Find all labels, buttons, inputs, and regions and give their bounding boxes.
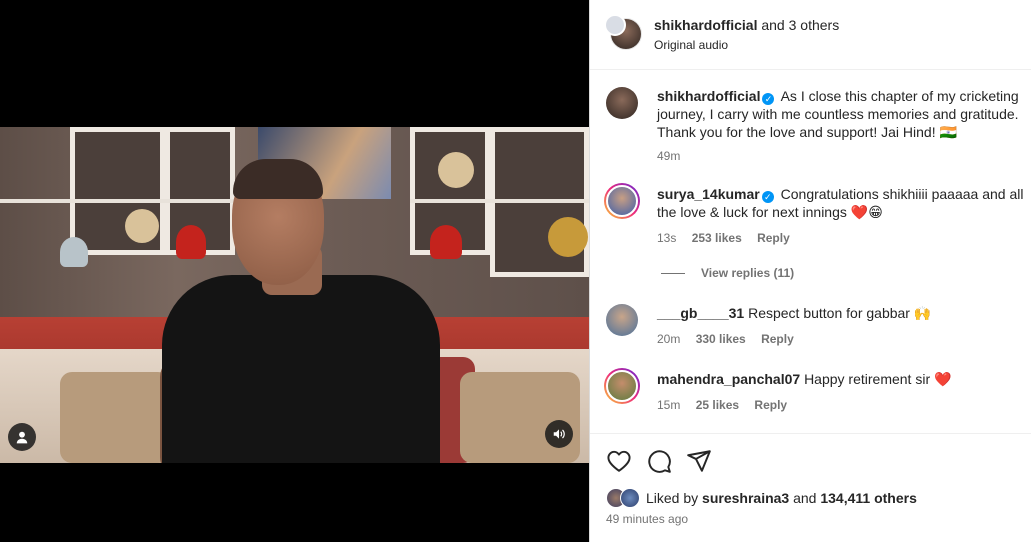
- comment-likes[interactable]: 253 likes: [692, 231, 742, 245]
- view-replies-button[interactable]: View replies (11): [661, 266, 794, 280]
- avatar[interactable]: [604, 183, 640, 219]
- reply-button[interactable]: Reply: [761, 332, 794, 346]
- video-person-shirt: [162, 275, 440, 463]
- liker-avatar[interactable]: [620, 488, 640, 508]
- speaker-icon: [553, 429, 565, 439]
- likes-count[interactable]: 134,411 others: [820, 490, 917, 506]
- post-timestamp[interactable]: 49 minutes ago: [606, 512, 688, 526]
- comment-username[interactable]: ___gb____31: [657, 305, 744, 321]
- comment-meta: 13s 253 likes Reply: [657, 231, 802, 245]
- video-player[interactable]: [0, 127, 589, 463]
- comment-meta: 20m 330 likes Reply: [657, 332, 806, 346]
- verified-badge-icon: ✓: [762, 93, 775, 105]
- video-trophy: [548, 217, 588, 257]
- post-media[interactable]: [0, 0, 589, 542]
- post-details-panel: shikhardofficial and 3 others Original a…: [589, 0, 1031, 542]
- liked-by-label: Liked by: [646, 490, 699, 506]
- comment-text: Respect button for gabbar 🙌: [748, 305, 932, 321]
- avatar[interactable]: [606, 87, 638, 119]
- comment-username[interactable]: surya_14kumar: [657, 186, 760, 202]
- reply-button[interactable]: Reply: [757, 231, 790, 245]
- verified-badge-icon: ✓: [761, 191, 774, 203]
- comment-time[interactable]: 20m: [657, 332, 680, 346]
- comment-likes[interactable]: 25 likes: [696, 398, 739, 412]
- audio-toggle-button[interactable]: [545, 420, 573, 448]
- comment-icon[interactable]: [646, 448, 672, 474]
- comments-list[interactable]: shikhardofficial ✓ As I close this chapte…: [590, 71, 1031, 433]
- comment-time[interactable]: 15m: [657, 398, 680, 412]
- liked-by-connector: and: [793, 490, 817, 506]
- comment-username[interactable]: mahendra_panchal07: [657, 371, 800, 387]
- video-trophy: [430, 225, 462, 259]
- comment-text: Happy retirement sir ❤️: [804, 371, 952, 387]
- video-trophy: [176, 225, 206, 259]
- tagged-users-button[interactable]: [8, 423, 36, 451]
- caption-time[interactable]: 49m: [657, 149, 680, 163]
- video-trophy: [125, 209, 159, 243]
- audio-label[interactable]: Original audio: [654, 38, 728, 52]
- share-icon[interactable]: [686, 448, 712, 474]
- post-header: shikhardofficial and 3 others Original a…: [590, 0, 1031, 70]
- liked-by-user[interactable]: sureshraina3: [702, 490, 789, 506]
- video-shelf: [0, 199, 240, 203]
- collab-suffix[interactable]: and 3 others: [761, 17, 839, 33]
- comment-meta: 15m 25 likes Reply: [657, 398, 799, 412]
- video-trophy: [438, 152, 474, 188]
- collab-avatar[interactable]: [604, 14, 626, 36]
- avatar[interactable]: [606, 304, 638, 336]
- avatar[interactable]: [604, 368, 640, 404]
- caption-meta: 49m: [657, 149, 692, 163]
- author-username[interactable]: shikhardofficial: [654, 17, 757, 33]
- video-person-hair: [233, 159, 323, 199]
- video-shelf: [410, 199, 589, 203]
- comment-likes[interactable]: 330 likes: [696, 332, 746, 346]
- user-icon: [16, 431, 28, 444]
- likes-summary: Liked by sureshraina3 and 134,411 others: [606, 488, 917, 508]
- caption-username[interactable]: shikhardofficial: [657, 88, 760, 104]
- video-cushion: [60, 372, 170, 463]
- video-trophy: [60, 237, 88, 267]
- reply-button[interactable]: Reply: [754, 398, 787, 412]
- video-cushion: [460, 372, 580, 463]
- heart-icon[interactable]: [606, 448, 632, 474]
- comment-time[interactable]: 13s: [657, 231, 676, 245]
- post-authors: shikhardofficial and 3 others: [654, 17, 839, 33]
